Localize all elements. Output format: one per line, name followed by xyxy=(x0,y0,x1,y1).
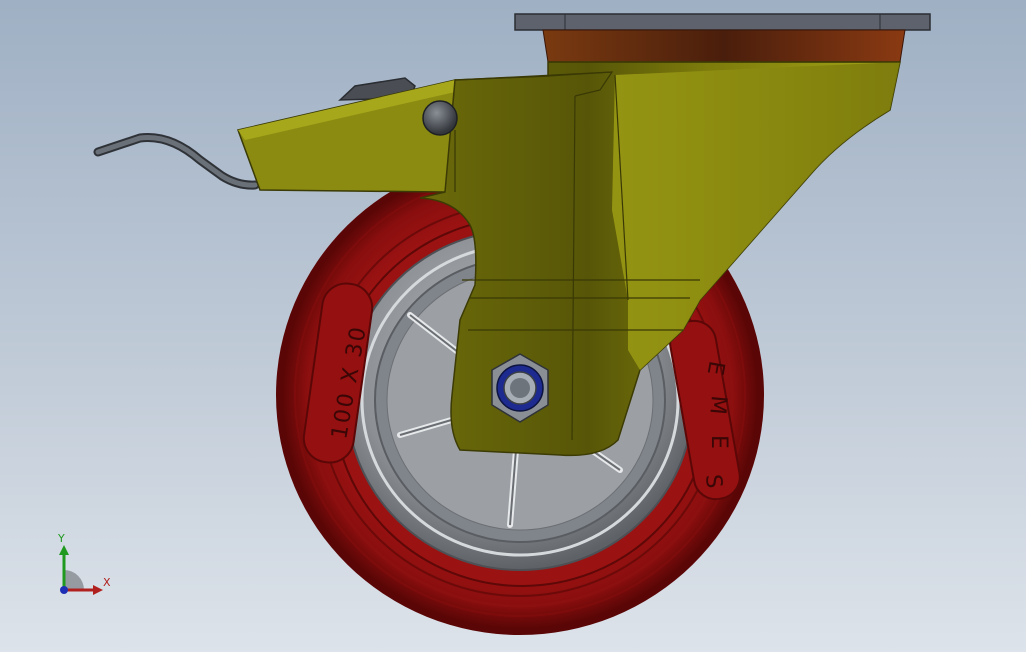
svg-text:M: M xyxy=(704,394,731,417)
x-axis-label: X xyxy=(103,576,111,589)
svg-text:S: S xyxy=(700,473,726,491)
brake-pedal[interactable] xyxy=(237,77,459,193)
coordinate-triad: Y X xyxy=(57,532,111,595)
svg-text:E: E xyxy=(706,435,731,451)
z-axis-dot xyxy=(60,586,68,594)
pivot-pin xyxy=(422,100,458,136)
y-axis-label: Y xyxy=(57,532,65,545)
caster-wheel-model[interactable]: 100 X 30 E M E S Y X xyxy=(0,0,1026,652)
mounting-plate[interactable] xyxy=(514,13,931,63)
graphics-viewport[interactable]: 100 X 30 E M E S Y X xyxy=(0,0,1026,652)
swivel-bearing xyxy=(542,29,906,63)
brake-lever[interactable] xyxy=(93,132,260,190)
